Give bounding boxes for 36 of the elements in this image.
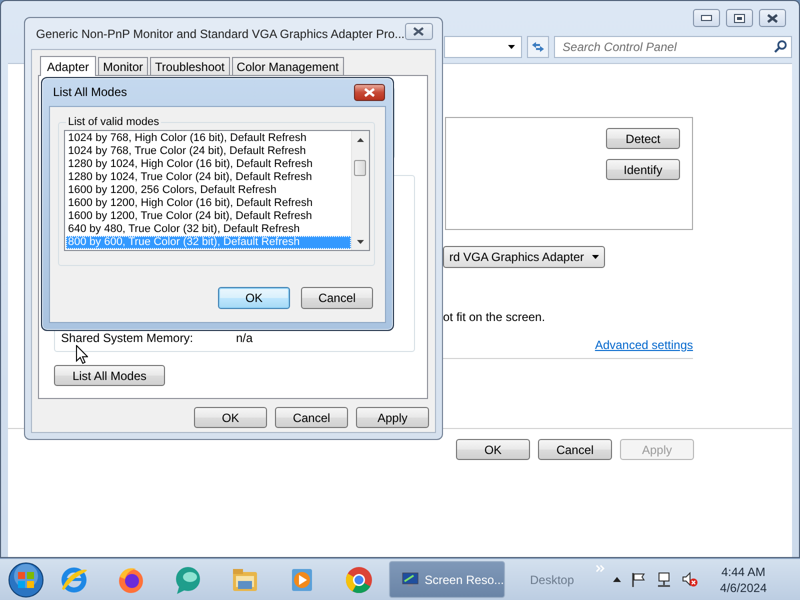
dialog-title: List All Modes bbox=[53, 85, 128, 99]
mode-item[interactable]: 1280 by 1024, True Color (24 bit), Default Refresh bbox=[66, 171, 351, 184]
tab[interactable]: Color Management bbox=[232, 57, 344, 75]
dropdown-value: rd VGA Graphics Adapter bbox=[449, 250, 584, 264]
dialog-button[interactable]: OK bbox=[194, 407, 267, 428]
clock-date: 4/6/2024 bbox=[720, 580, 767, 596]
dialog-button[interactable]: Apply bbox=[356, 407, 429, 428]
display-dropdown[interactable]: rd VGA Graphics Adapter bbox=[443, 246, 605, 268]
window-title: Generic Non-PnP Monitor and Standard VGA Graphics Adapter Pro... bbox=[36, 26, 405, 40]
info-value: n/a bbox=[236, 331, 253, 345]
mode-item[interactable]: 1600 by 1200, High Color (16 bit), Default Refresh bbox=[66, 197, 351, 210]
tab[interactable]: Adapter bbox=[40, 56, 96, 76]
clock[interactable]: 4:44 AM 4/6/2024 bbox=[720, 564, 767, 596]
list-all-modes-button[interactable]: List All Modes bbox=[54, 365, 165, 386]
mode-item[interactable]: 1600 by 1200, True Color (24 bit), Default Refresh bbox=[66, 210, 351, 223]
dialog-button[interactable]: OK bbox=[218, 287, 290, 309]
mode-item[interactable]: 1024 by 768, True Color (24 bit), Default Refresh bbox=[66, 145, 351, 158]
mode-item[interactable]: 1024 by 768, High Color (16 bit), Default Refresh bbox=[66, 132, 351, 145]
mode-item[interactable]: 1600 by 1200, 256 Colors, Default Refresh bbox=[66, 184, 351, 197]
side-button[interactable]: Identify bbox=[606, 159, 680, 180]
mode-item[interactable]: 1280 by 1024, High Color (16 bit), Default Refresh bbox=[66, 158, 351, 171]
info-label: Shared System Memory: bbox=[61, 331, 194, 345]
mode-item[interactable]: 640 by 480, True Color (32 bit), Default Refresh bbox=[66, 223, 351, 236]
group-label: List of valid modes bbox=[67, 116, 160, 128]
search-field[interactable]: Search Control Panel bbox=[554, 36, 792, 58]
side-button[interactable]: Detect bbox=[606, 128, 680, 149]
tab[interactable]: Monitor bbox=[98, 57, 148, 75]
dialog-button[interactable]: Cancel bbox=[301, 287, 373, 309]
note-text: ot fit on the screen. bbox=[443, 310, 546, 324]
advanced-settings-link[interactable]: Advanced settings bbox=[594, 338, 693, 352]
clock-time: 4:44 AM bbox=[721, 564, 766, 580]
tab[interactable]: Troubleshoot bbox=[150, 57, 230, 75]
dialog-button[interactable]: OK bbox=[456, 439, 530, 460]
task-label: Screen Reso... bbox=[424, 572, 504, 586]
dialog-button[interactable]: Cancel bbox=[538, 439, 612, 460]
dialog-button[interactable]: Cancel bbox=[275, 407, 348, 428]
